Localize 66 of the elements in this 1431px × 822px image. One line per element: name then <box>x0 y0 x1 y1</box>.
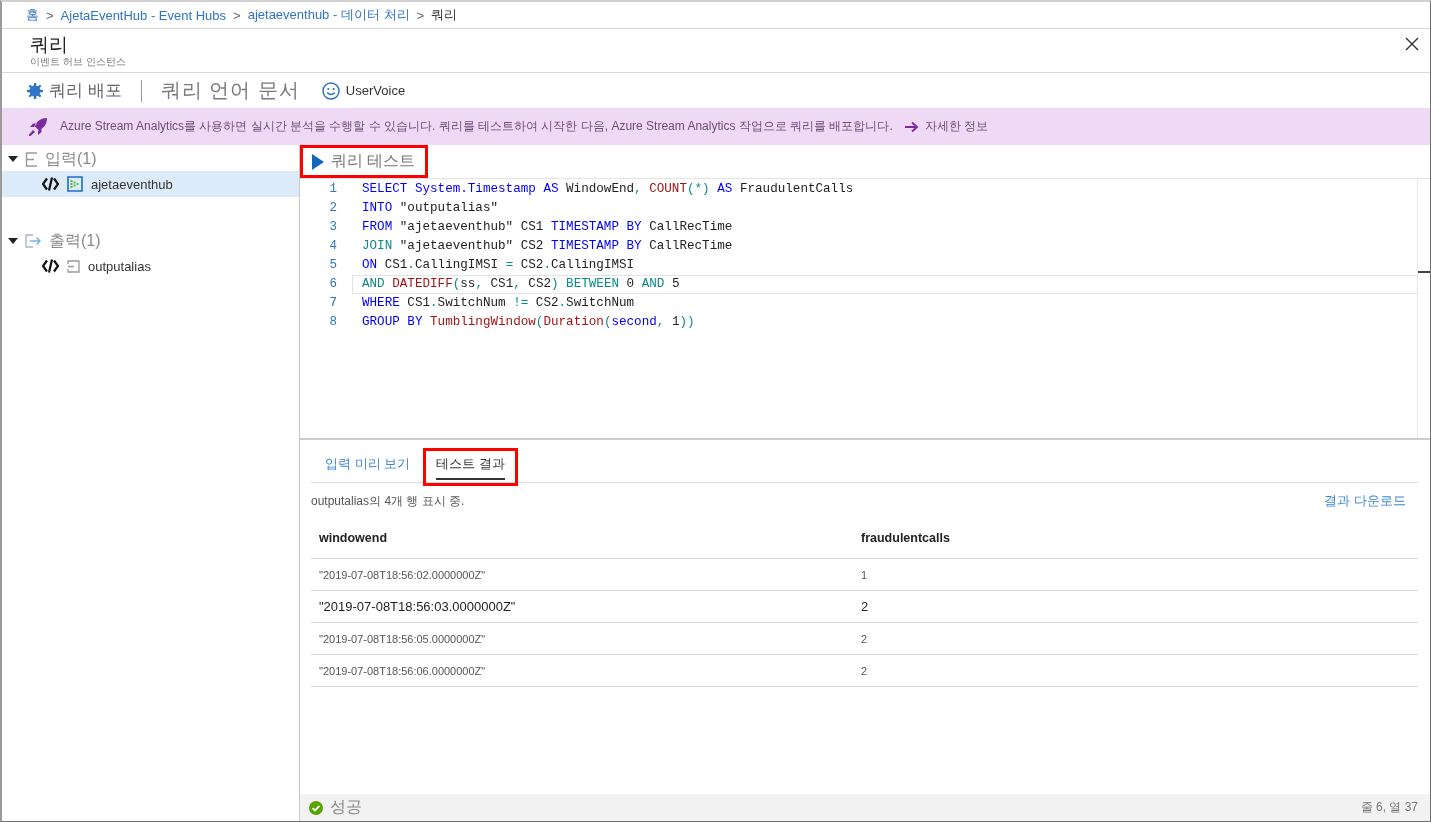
breadcrumb-separator: > <box>416 7 425 23</box>
line-number: 5 <box>328 257 338 274</box>
success-check-icon <box>309 800 323 815</box>
dotted-square-icon <box>67 176 83 192</box>
tree-group-label: 입력(1) <box>45 148 97 169</box>
code-icon <box>42 177 59 191</box>
close-button[interactable] <box>1403 35 1421 53</box>
bracket-arrow-icon <box>25 234 42 248</box>
learn-more-link[interactable]: 자세한 정보 <box>924 118 989 135</box>
breadcrumb-link[interactable]: 홈 <box>26 6 39 24</box>
table-cell-text: 1 <box>861 568 869 581</box>
line-number: 8 <box>328 314 338 331</box>
deploy-button[interactable]: 쿼리 배포 <box>27 79 122 102</box>
smiley-icon <box>321 81 340 100</box>
code-line: AND DATEDIFF(ss, CS1, CS2) BETWEEN 0 AND 5 <box>352 275 1417 294</box>
banner-text: Azure Stream Analytics를 사용하면 실시간 분석을 수행할 수 있습니다. 쿼리를 테스트하여 시작한 다음, Azure Stream Analytics 작업으로 쿼리를 배포합니다. <box>60 118 893 135</box>
cursor-position: 줄 6, 열 37 <box>1360 799 1418 816</box>
code-line: INTO "outputalias" <box>361 200 500 217</box>
line-number: 2 <box>328 200 338 217</box>
arrow-right-icon <box>904 120 919 133</box>
rocket-icon <box>28 116 48 137</box>
tree-item[interactable]: outputalias <box>2 253 299 279</box>
bracket-line-icon <box>25 151 38 167</box>
blade-title: 쿼리 <box>30 34 69 56</box>
breadcrumb-separator: > <box>46 7 54 23</box>
code-line: ON CS1.CallingIMSI = CS2.CallingIMSI <box>361 257 636 274</box>
blade-subtitle: 이벤트 허브 인스턴스 <box>30 56 126 68</box>
line-number: 6 <box>328 276 338 293</box>
status-text: 성공 <box>330 797 362 817</box>
play-icon <box>312 153 324 170</box>
column-header: windowend <box>318 530 389 545</box>
docs-link[interactable]: 쿼리 언어 문서 <box>160 77 300 104</box>
download-link[interactable]: 결과 다운로드 <box>1324 492 1406 510</box>
gear-icon <box>27 82 43 99</box>
square-outline-icon <box>67 259 80 273</box>
table-cell-text: "2019-07-08T18:56:02.0000000Z" <box>318 568 487 581</box>
code-line: JOIN "ajetaeventhub" CS2 TIMESTAMP BY CallRecTime <box>361 238 734 255</box>
tree-group-label: 출력(1) <box>49 230 101 251</box>
close-icon <box>1405 37 1419 51</box>
code-line: WHERE CS1.SwitchNum != CS2.SwitchNum <box>361 295 636 312</box>
table-cell-text: "2019-07-08T18:56:03.0000000Z" <box>318 599 517 614</box>
table-cell-text: 2 <box>861 632 869 645</box>
breadcrumb-current: 쿼리 <box>431 6 458 24</box>
table-cell-text: 2 <box>861 599 870 614</box>
breadcrumb-link[interactable]: AjetaEventHub - Event Hubs <box>60 7 227 23</box>
code-line: GROUP BY TumblingWindow(Duration(second, 1)) <box>361 314 696 331</box>
tab[interactable]: 테스트 결과 <box>423 448 518 486</box>
breadcrumb-link[interactable]: ajetaeventhub - 데이터 처리 <box>247 6 410 24</box>
code-icon <box>42 259 59 273</box>
result-summary: outputalias의 4개 행 표시 중. <box>311 492 465 510</box>
tree-item[interactable]: ajetaeventhub <box>2 171 299 197</box>
line-marker-icon <box>1418 271 1430 273</box>
line-number: 3 <box>328 219 338 236</box>
table-cell-text: "2019-07-08T18:56:05.0000000Z" <box>318 632 487 645</box>
table-cell-text: "2019-07-08T18:56:06.0000000Z" <box>318 664 487 677</box>
breadcrumb-separator: > <box>233 7 241 23</box>
line-number: 1 <box>328 181 338 198</box>
line-number: 7 <box>328 295 338 312</box>
feedback-button[interactable]: UserVoice <box>321 81 406 100</box>
line-number: 4 <box>328 238 338 255</box>
code-line: FROM "ajetaeventhub" CS1 TIMESTAMP BY CallRecTime <box>361 219 734 236</box>
column-header: fraudulentcalls <box>861 530 951 545</box>
test-query-button[interactable]: 쿼리 테스트 <box>300 145 429 178</box>
table-cell-text: 2 <box>861 664 869 677</box>
tab[interactable]: 입력 미리 보기 <box>312 448 424 486</box>
code-line: SELECT System.Timestamp AS WindowEnd, COUNT(*) AS FraudulentCalls <box>361 181 855 198</box>
